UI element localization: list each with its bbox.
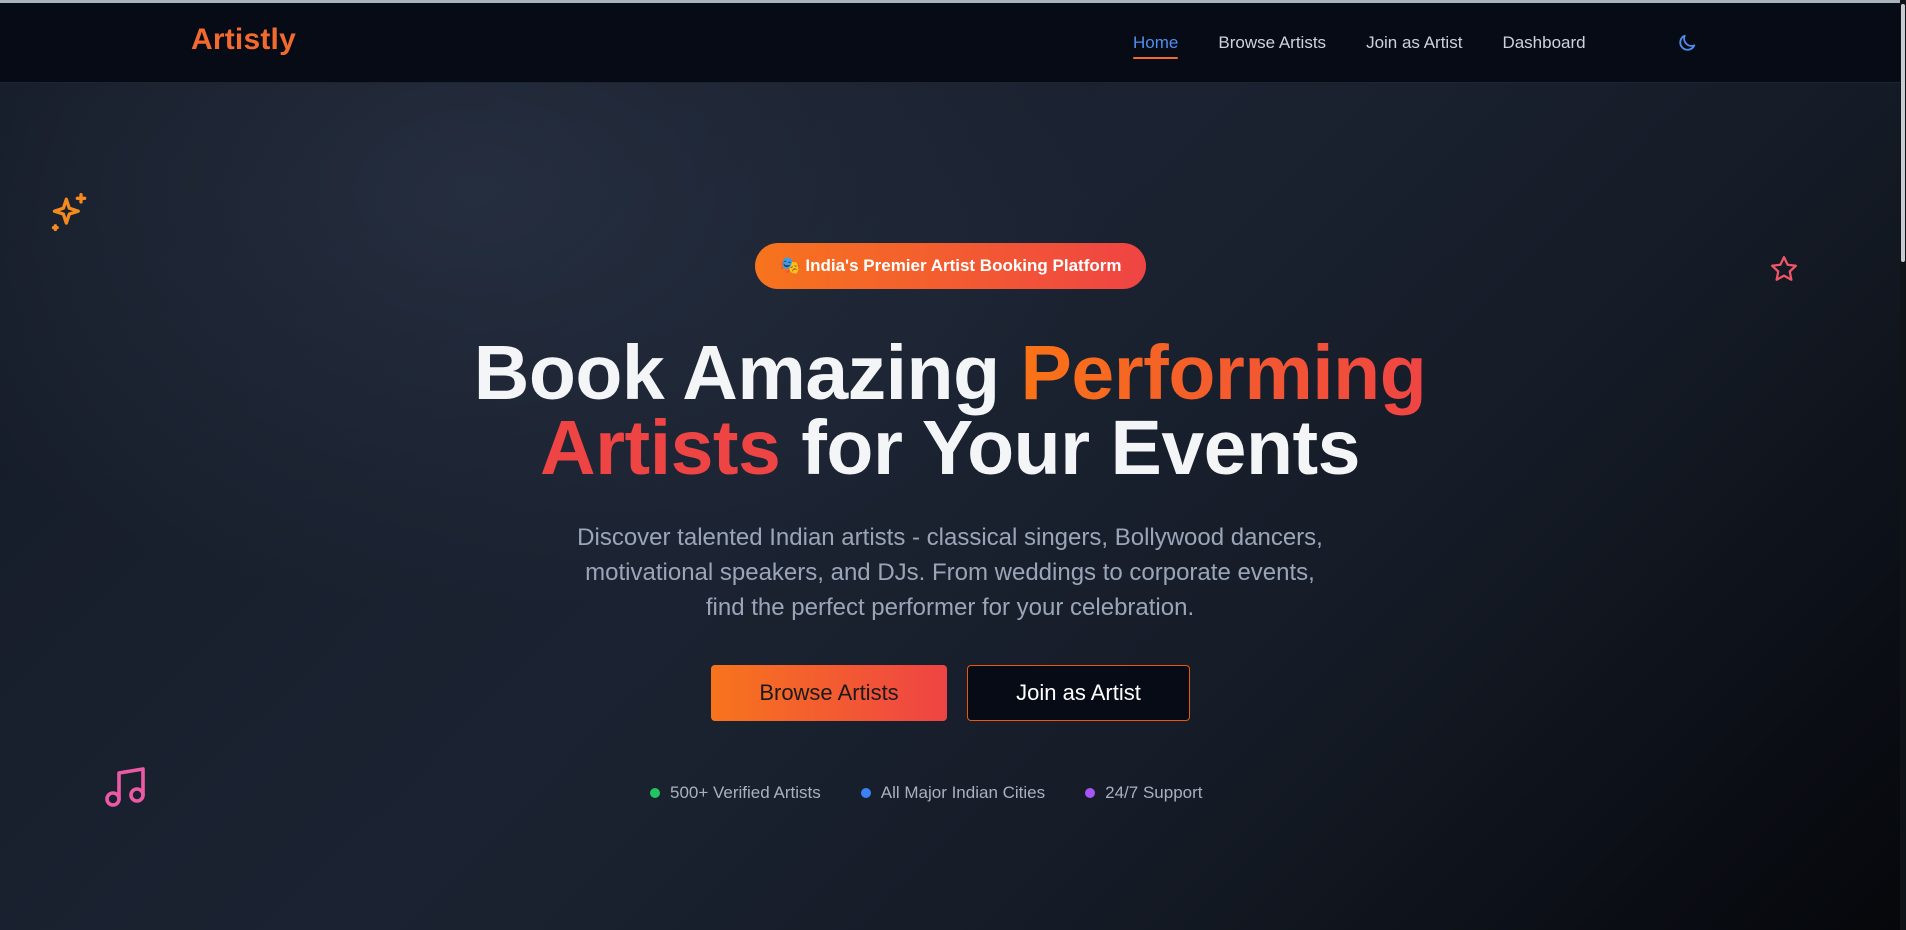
hero-title-highlight-artists: Artists [539, 405, 781, 491]
hero-title: Book Amazing Performing Artists for Your … [350, 335, 1550, 487]
feature-item: 500+ Verified Artists [650, 783, 821, 803]
nav-link-dashboard[interactable]: Dashboard [1502, 33, 1585, 59]
hero-title-part2: for Your Events [780, 405, 1361, 491]
landing-page: Artistly Home Browse Artists Join as Art… [0, 3, 1900, 930]
hero-subtitle-line3: find the perfect performer for your cele… [705, 594, 1195, 621]
blue-dot-icon [860, 788, 871, 798]
hero-subtitle-line1: Discover talented Indian artists - class… [577, 524, 1323, 551]
feature-label: 24/7 Support [1105, 783, 1203, 802]
nav-links: Home Browse Artists Join as Artist Dashb… [1133, 33, 1586, 59]
feature-item: All Major Indian Cities [860, 783, 1046, 803]
theme-toggle-button[interactable] [1676, 32, 1698, 54]
sparkles-icon [51, 193, 87, 232]
feature-label: All Major Indian Cities [880, 783, 1046, 802]
hero-badge: 🎭 India's Premier Artist Booking Platfor… [755, 243, 1146, 289]
hero-subtitle-line2: motivational speakers, and DJs. From wed… [585, 559, 1315, 586]
browser-viewport: Artistly Home Browse Artists Join as Art… [0, 0, 1906, 930]
music-note-icon [105, 767, 145, 807]
scrollbar[interactable] [1900, 0, 1906, 930]
scrollbar-thumb[interactable] [1901, 4, 1905, 262]
feature-item: 24/7 Support [1085, 783, 1203, 803]
navbar: Artistly Home Browse Artists Join as Art… [0, 3, 1900, 83]
feature-label: 500+ Verified Artists [670, 783, 821, 802]
join-as-artist-button[interactable]: Join as Artist [967, 665, 1190, 721]
purple-dot-icon [1085, 788, 1096, 798]
hero-title-part1: Book Amazing [473, 330, 1021, 416]
nav-link-browse-artists[interactable]: Browse Artists [1218, 33, 1326, 59]
nav-link-join-as-artist[interactable]: Join as Artist [1366, 33, 1462, 59]
hero-subtitle: Discover talented Indian artists - class… [520, 520, 1380, 625]
nav-link-home[interactable]: Home [1133, 33, 1179, 59]
star-icon [1771, 256, 1797, 281]
green-dot-icon [650, 788, 660, 798]
hero-title-highlight-performing: Performing [1020, 330, 1427, 416]
browse-artists-button[interactable]: Browse Artists [711, 665, 947, 721]
brand-logo[interactable]: Artistly [191, 23, 296, 57]
moon-icon [1679, 34, 1696, 51]
feature-list: 500+ Verified Artists All Major Indian C… [650, 783, 1203, 803]
